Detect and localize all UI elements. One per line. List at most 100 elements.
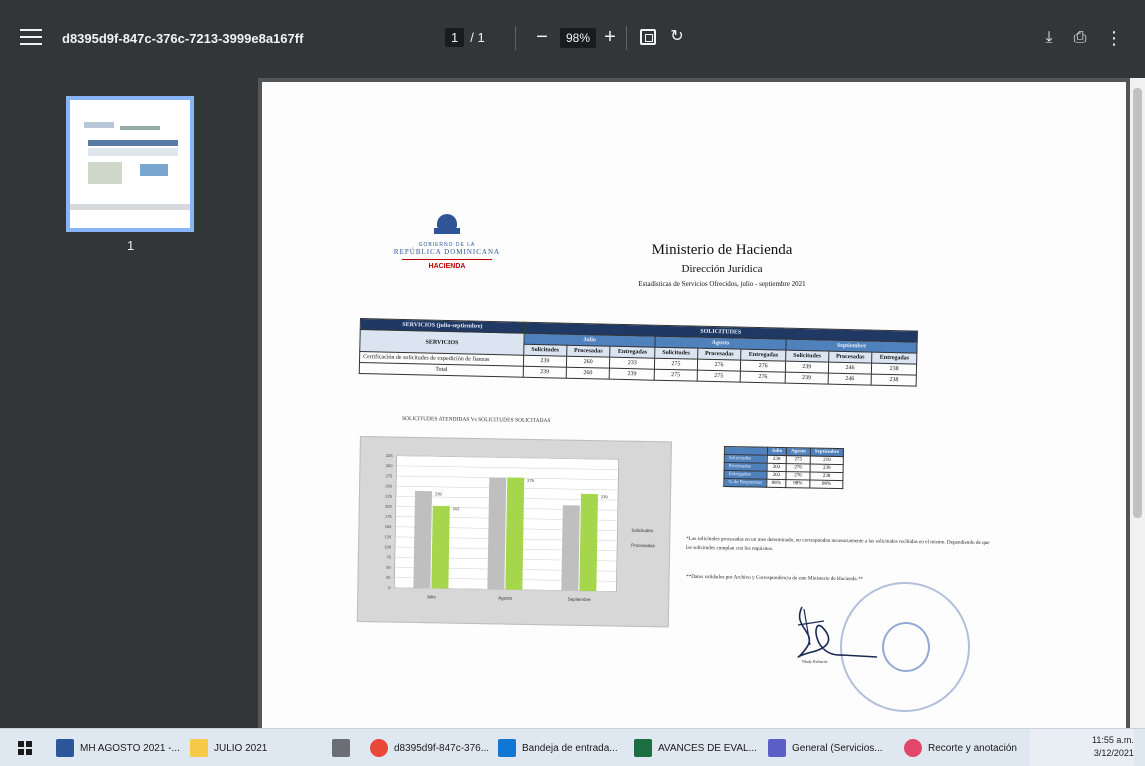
- thumbnail-page-number: 1: [127, 238, 135, 253]
- taskbar-clock[interactable]: 11:55 a.m. 3/12/2021: [1092, 734, 1134, 760]
- summary-row-label: % de Respuestas: [723, 478, 767, 488]
- windows-start-icon[interactable]: [18, 741, 32, 755]
- document-subtitle: Dirección Jurídica: [681, 263, 763, 275]
- taskbar-item-label: General (Servicios...: [792, 742, 883, 754]
- bar: [431, 505, 450, 589]
- y-tick-label: 150: [385, 524, 393, 529]
- y-tick-label: 275: [386, 473, 394, 478]
- rotate-icon[interactable]: ↻: [668, 27, 686, 47]
- chrome-icon: [370, 739, 388, 757]
- taskbar-item-label: AVANCES DE EVAL...: [658, 742, 757, 754]
- crest-icon: [432, 212, 462, 238]
- download-icon[interactable]: ⤓: [1040, 27, 1058, 49]
- taskbar-item-chrome-pdf[interactable]: d8395d9f-847c-376...: [370, 737, 489, 759]
- page-total: / 1: [470, 30, 485, 45]
- bar: [487, 477, 507, 590]
- signature-name: Nhuly Richardo: [802, 659, 828, 664]
- legend-item: Solicitudes: [631, 527, 654, 534]
- statistics-table: SERVICIOS (julio-septiembre) SOLICITUDES…: [359, 318, 918, 387]
- y-tick-label: 125: [385, 534, 393, 539]
- footnote-text: *Las solicitudes procesadas en un mes de…: [685, 535, 990, 553]
- bar: [505, 477, 525, 590]
- x-tick-label: Julio: [427, 594, 437, 599]
- ministry-logo: GOBIERNO DE LA REPÚBLICA DOMINICANA HACI…: [362, 212, 532, 270]
- legend-item: Procesadas: [631, 542, 655, 549]
- taskbar-item-folder-julio[interactable]: JULIO 2021: [190, 737, 267, 759]
- x-tick-label: Agosto: [498, 595, 513, 600]
- taskbar-item-label: Recorte y anotación: [928, 742, 1017, 754]
- y-tick-label: 225: [385, 494, 393, 499]
- chart-svg: 0 25 50 75 100 125 150 175 200 225 250 275 300 325 239…: [384, 453, 619, 602]
- taskbar-item-word-agosto[interactable]: MH AGOSTO 2021 -...: [56, 737, 180, 759]
- document-title: d8395d9f-847c-376c-7213-3999e8a167ff: [62, 31, 304, 46]
- document-viewer[interactable]: GOBIERNO DE LA REPÚBLICA DOMINICANA HACI…: [258, 78, 1130, 728]
- taskbar-item-excel[interactable]: AVANCES DE EVAL...: [634, 737, 757, 759]
- footnote-validation: **Datos validados por Archivo y Correspo…: [685, 573, 864, 583]
- data-label: 203: [453, 506, 461, 511]
- bar: [579, 493, 599, 592]
- table-cell: 246: [827, 373, 872, 386]
- table-cell: 276: [740, 371, 786, 384]
- page-number-input[interactable]: 1: [445, 28, 465, 47]
- scrollbar-thumb[interactable]: [1133, 88, 1142, 518]
- table-cell: 239: [523, 366, 567, 379]
- taskbar-item-calculator[interactable]: [332, 737, 356, 759]
- folder-icon: [190, 739, 208, 757]
- bar: [413, 490, 433, 589]
- bar: [561, 505, 580, 591]
- summary-table: Julio Agosto Septiembre Solicitudes 239 …: [723, 446, 844, 489]
- data-label: 239: [435, 491, 443, 496]
- y-tick-label: 100: [384, 544, 392, 549]
- chart-legend: Solicitudes Procesadas: [631, 528, 655, 558]
- y-tick-label: 250: [385, 483, 393, 488]
- pdf-viewer-app: d8395d9f-847c-376c-7213-3999e8a167ff 1 /…: [0, 0, 1145, 766]
- fit-to-page-icon[interactable]: [640, 29, 656, 45]
- signature-image: [797, 606, 878, 658]
- data-label: 276: [527, 478, 535, 483]
- taskbar-item-teams[interactable]: General (Servicios...: [768, 737, 883, 759]
- y-tick-label: 325: [386, 453, 394, 458]
- y-tick-label: 300: [386, 463, 394, 468]
- document-description: Estadísticas de Servicios Ofrecidos, jul…: [638, 280, 806, 288]
- taskbar-item-snip[interactable]: Recorte y anotación: [904, 737, 1017, 759]
- clock-date: 3/12/2021: [1093, 748, 1134, 758]
- taskbar-item-outlook[interactable]: Bandeja de entrada...: [498, 737, 618, 759]
- toolbar-divider: [626, 26, 627, 50]
- zoom-level-input[interactable]: 98%: [560, 28, 597, 48]
- table-row-label: Total: [359, 362, 524, 378]
- table-cell: 275: [654, 369, 698, 382]
- print-icon[interactable]: ⎙: [1070, 27, 1090, 49]
- page-thumbnail[interactable]: [66, 96, 194, 232]
- zoom-out-button[interactable]: −: [530, 26, 554, 50]
- snip-sketch-icon: [904, 739, 922, 757]
- logo-republic-text: REPÚBLICA DOMINICANA: [393, 248, 501, 256]
- table-cell: 275: [696, 370, 741, 383]
- chart-title: SOLICITUDES ATENDIDAS Vs SOLICITUDES SOL…: [401, 415, 551, 425]
- logo-ministry-text: HACIENDA: [428, 263, 466, 270]
- table-cell: 260: [565, 367, 610, 380]
- more-options-icon[interactable]: ⋮: [1105, 27, 1123, 49]
- y-tick-label: 75: [386, 555, 391, 560]
- taskbar-item-label: MH AGOSTO 2021 -...: [80, 742, 180, 754]
- taskbar-item-label: JULIO 2021: [214, 742, 268, 754]
- y-tick-label: 50: [386, 565, 391, 570]
- data-label: 239: [601, 494, 609, 499]
- teams-icon: [768, 739, 786, 757]
- toolbar-divider: [515, 26, 516, 50]
- clock-time: 11:55 a.m.: [1092, 735, 1134, 745]
- menu-icon[interactable]: [20, 29, 42, 49]
- taskbar-item-label: Bandeja de entrada...: [522, 742, 618, 754]
- pdf-toolbar: d8395d9f-847c-376c-7213-3999e8a167ff 1 /…: [0, 0, 1145, 78]
- zoom-in-button[interactable]: +: [598, 26, 622, 50]
- summary-cell: 98%: [785, 479, 810, 489]
- calculator-icon: [332, 739, 350, 757]
- summary-cell: 98%: [809, 480, 844, 489]
- y-tick-label: 25: [386, 575, 391, 580]
- summary-cell: 98%: [766, 479, 787, 488]
- word-icon: [56, 739, 74, 757]
- taskbar-item-label: d8395d9f-847c-376...: [394, 742, 490, 754]
- pdf-page: GOBIERNO DE LA REPÚBLICA DOMINICANA HACI…: [262, 82, 1126, 728]
- y-tick-label: 0: [388, 585, 391, 590]
- table-cell: 239: [609, 368, 655, 381]
- thumbnail-sidebar: 1: [0, 78, 258, 728]
